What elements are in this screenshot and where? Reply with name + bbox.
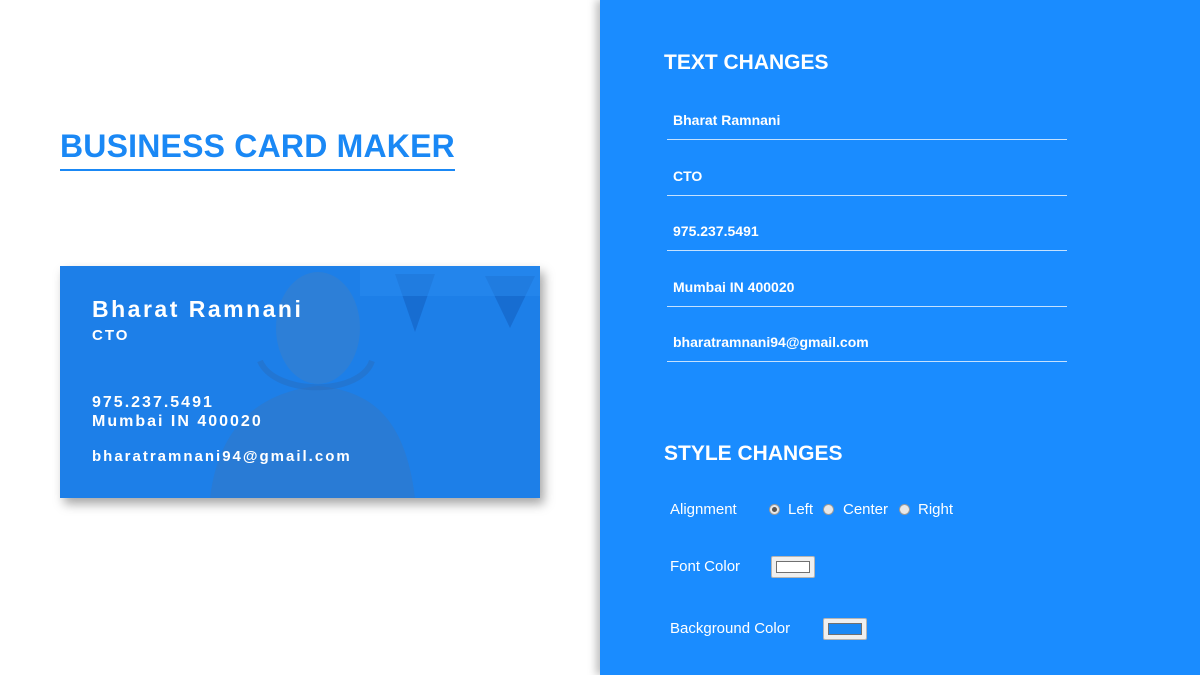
- background-color-label: Background Color: [670, 620, 791, 637]
- align-center-radio[interactable]: [823, 504, 834, 515]
- name-input[interactable]: [667, 100, 1067, 140]
- align-center-label[interactable]: Center: [843, 501, 888, 518]
- font-color-picker[interactable]: [771, 556, 815, 578]
- card-phone: 975.237.5491: [92, 394, 214, 411]
- align-left-radio[interactable]: [769, 504, 780, 515]
- alignment-label: Alignment: [670, 501, 737, 518]
- address-input[interactable]: [667, 267, 1067, 307]
- role-input[interactable]: [667, 156, 1067, 196]
- background-color-picker[interactable]: [823, 618, 867, 640]
- card-role: CTO: [92, 327, 130, 344]
- background-color-swatch: [828, 623, 862, 635]
- align-right-label[interactable]: Right: [918, 501, 953, 518]
- align-right-radio[interactable]: [899, 504, 910, 515]
- settings-panel: TEXT CHANGES STYLE CHANGES Alignment Lef…: [600, 0, 1200, 675]
- card-name: Bharat Ramnani: [92, 296, 304, 322]
- page-title: BUSINESS CARD MAKER: [60, 128, 455, 171]
- font-color-label: Font Color: [670, 558, 741, 575]
- business-card-preview: Bharat Ramnani CTO 975.237.5491 Mumbai I…: [60, 266, 540, 498]
- font-color-swatch: [776, 561, 810, 573]
- card-address: Mumbai IN 400020: [92, 413, 263, 430]
- phone-input[interactable]: [667, 211, 1067, 251]
- style-changes-heading: STYLE CHANGES: [664, 442, 843, 465]
- text-changes-heading: TEXT CHANGES: [664, 51, 829, 74]
- card-email: bharatramnani94@gmail.com: [92, 448, 352, 465]
- email-input[interactable]: [667, 322, 1067, 362]
- align-left-label[interactable]: Left: [788, 501, 813, 518]
